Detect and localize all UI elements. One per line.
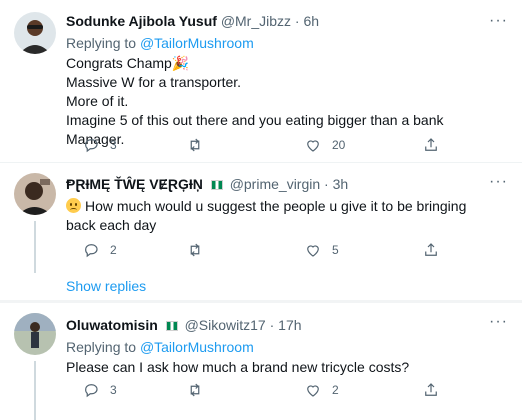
mention-link[interactable]: @TailorMushroom bbox=[140, 35, 254, 51]
separator-dot: · bbox=[294, 13, 300, 29]
avatar[interactable] bbox=[14, 173, 56, 215]
separator-dot: · bbox=[269, 317, 275, 333]
avatar[interactable] bbox=[14, 12, 56, 54]
like-icon bbox=[307, 245, 319, 257]
tweet-header: ⱣⱤƗMĘ ŤŴĘ VɆⱤĢƗŅ @prime_virgin · 3h bbox=[66, 175, 492, 193]
like-button[interactable]: 5 bbox=[304, 241, 339, 259]
display-name[interactable]: Oluwatomisin bbox=[66, 317, 158, 333]
timestamp[interactable]: 6h bbox=[303, 13, 319, 29]
display-name[interactable]: Sodunke Ajibola Yusuf bbox=[66, 13, 217, 29]
retweet-button[interactable] bbox=[186, 381, 214, 399]
tweet-body: How much would u suggest the people u gi… bbox=[66, 198, 467, 233]
retweet-button[interactable] bbox=[186, 241, 214, 259]
reply-count: 3 bbox=[110, 138, 117, 152]
reply-icon bbox=[85, 384, 98, 398]
user-handle[interactable]: @Sikowitz17 bbox=[185, 317, 266, 333]
show-replies-link[interactable]: Show replies bbox=[66, 278, 146, 294]
reply-icon bbox=[85, 139, 98, 153]
user-handle[interactable]: @prime_virgin bbox=[230, 176, 320, 192]
frowning-face-icon bbox=[66, 198, 81, 213]
replying-to: Replying to @TailorMushroom bbox=[66, 34, 492, 52]
share-icon bbox=[425, 383, 437, 396]
reply-button[interactable]: 3 bbox=[82, 136, 117, 154]
like-count: 5 bbox=[332, 243, 339, 257]
more-icon[interactable]: ··· bbox=[489, 313, 508, 331]
tweet-1[interactable]: Sodunke Ajibola Yusuf @Mr_Jibzz · 6h Rep… bbox=[0, 0, 522, 165]
reply-count: 2 bbox=[110, 243, 117, 257]
more-icon[interactable]: ··· bbox=[489, 12, 508, 30]
share-button[interactable] bbox=[422, 381, 440, 399]
tweet-header: Sodunke Ajibola Yusuf @Mr_Jibzz · 6h bbox=[66, 12, 492, 30]
share-icon bbox=[425, 138, 437, 151]
nigeria-flag-icon bbox=[165, 321, 178, 331]
tweet-line: Massive W for a transporter. bbox=[66, 74, 242, 90]
retweet-button[interactable] bbox=[186, 136, 214, 154]
tweet-text: Please can I ask how much a brand new tr… bbox=[66, 359, 410, 375]
like-count: 2 bbox=[332, 383, 339, 397]
share-button[interactable] bbox=[422, 136, 440, 154]
like-button[interactable]: 2 bbox=[304, 381, 339, 399]
reply-count: 3 bbox=[110, 383, 117, 397]
replying-to-label: Replying to bbox=[66, 339, 137, 355]
tweet-header: Oluwatomisin @Sikowitz17 · 17h bbox=[66, 316, 492, 334]
tweet-line: More of it. bbox=[66, 93, 129, 109]
reply-icon bbox=[85, 244, 98, 258]
retweet-icon bbox=[190, 138, 200, 152]
like-button[interactable]: 20 bbox=[304, 136, 345, 154]
avatar[interactable] bbox=[14, 313, 56, 355]
display-name[interactable]: ⱣⱤƗMĘ ŤŴĘ VɆⱤĢƗŅ bbox=[66, 176, 203, 192]
timestamp[interactable]: 3h bbox=[333, 176, 349, 192]
tweet-3[interactable]: Oluwatomisin @Sikowitz17 · 17h Replying … bbox=[0, 303, 522, 420]
thread-line bbox=[34, 361, 36, 420]
more-icon[interactable]: ··· bbox=[489, 173, 508, 191]
share-icon bbox=[425, 243, 437, 256]
tweet-2[interactable]: ⱣⱤƗMĘ ŤŴĘ VɆⱤĢƗŅ @prime_virgin · 3h How … bbox=[0, 163, 522, 273]
reply-button[interactable]: 2 bbox=[82, 241, 117, 259]
share-button[interactable] bbox=[422, 241, 440, 259]
like-count: 20 bbox=[332, 138, 346, 152]
replying-to: Replying to @TailorMushroom bbox=[66, 338, 492, 356]
thread-line bbox=[34, 221, 36, 273]
tweet-text: How much would u suggest the people u gi… bbox=[66, 197, 492, 235]
user-handle[interactable]: @Mr_Jibzz bbox=[221, 13, 291, 29]
separator-dot: · bbox=[324, 176, 329, 192]
nigeria-flag-icon bbox=[210, 180, 223, 190]
retweet-icon bbox=[190, 383, 200, 397]
replying-to-label: Replying to bbox=[66, 35, 137, 51]
retweet-icon bbox=[190, 243, 200, 257]
reply-button[interactable]: 3 bbox=[82, 381, 117, 399]
mention-link[interactable]: @TailorMushroom bbox=[140, 339, 254, 355]
like-icon bbox=[307, 140, 319, 152]
like-icon bbox=[307, 385, 319, 397]
tweet-line: Congrats Champ🎉 bbox=[66, 55, 190, 71]
timestamp[interactable]: 17h bbox=[278, 317, 301, 333]
tweet-text: Congrats Champ🎉 Massive W for a transpor… bbox=[66, 54, 492, 149]
